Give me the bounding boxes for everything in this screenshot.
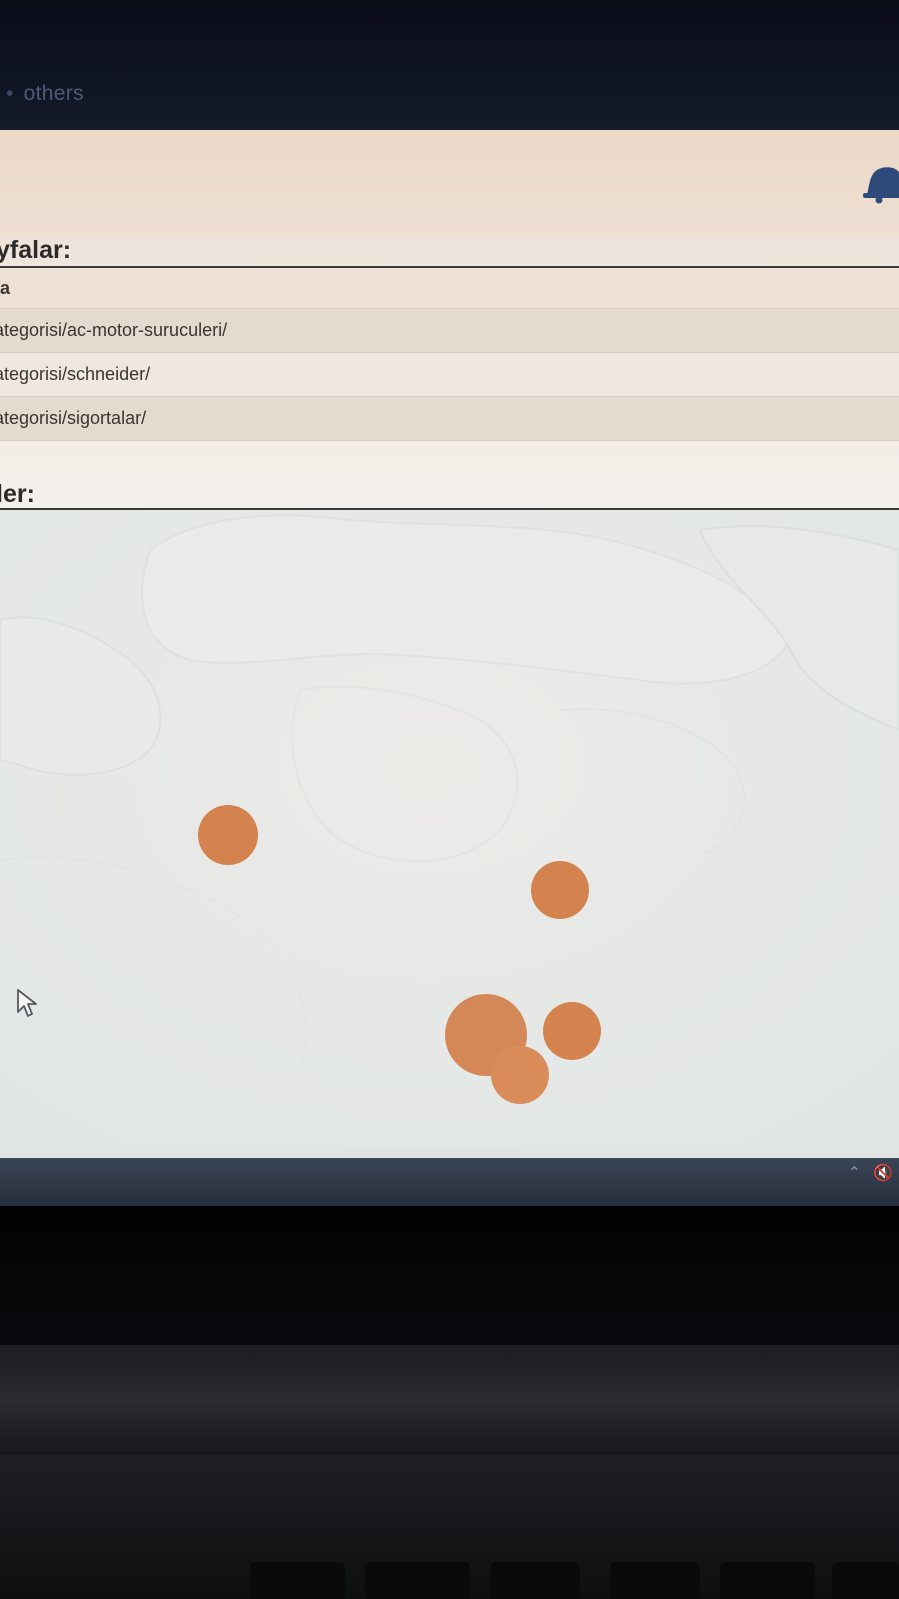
page-url[interactable]: ategorisi/sigortalar/ [0,408,146,429]
keyboard-key [490,1562,580,1599]
map-svg [0,510,899,1150]
laptop-hinge [0,1345,899,1455]
bell-icon[interactable] [857,158,899,206]
volume-muted-icon[interactable]: 🔇 [873,1163,893,1183]
column-header-page: fa [0,278,11,298]
system-tray: ⌃ 🔇 [848,1160,893,1186]
photo-frame: • others yfalar: fa ategorisi/ac-motor-su… [0,0,899,1599]
visitor-marker[interactable] [531,861,589,919]
keyboard-key [720,1562,815,1599]
pages-title-rule [0,266,899,268]
page-url[interactable]: ategorisi/schneider/ [0,364,150,385]
table-row[interactable]: ategorisi/sigortalar/ [0,397,899,441]
map-section-title: ler: [0,480,35,508]
keyboard-key [250,1562,345,1599]
visitor-marker[interactable] [198,805,258,865]
keyboard-key [365,1562,470,1599]
keyboard-key [610,1562,700,1599]
table-row[interactable]: ategorisi/schneider/ [0,353,899,397]
table-row[interactable]: ategorisi/ac-motor-suruculeri/ [0,309,899,353]
keyboard-key [832,1562,899,1599]
table-header-row: fa [0,269,899,309]
screen-content: yfalar: fa ategorisi/ac-motor-suruculeri… [0,130,899,1180]
cursor-icon [17,989,37,1017]
page-url[interactable]: ategorisi/ac-motor-suruculeri/ [0,320,227,341]
taskbar [0,1158,899,1206]
laptop-bezel [0,1206,899,1366]
page-header [0,130,899,238]
chevron-up-icon[interactable]: ⌃ [848,1163,861,1183]
bookmark-bar: • others [0,0,899,130]
bookmark-separator: • [6,82,14,105]
pages-table: fa ategorisi/ac-motor-suruculeri/ ategor… [0,269,899,441]
visitor-map[interactable] [0,510,899,1150]
bookmark-label: others [23,82,84,105]
bookmark-others[interactable]: • others [6,82,84,106]
pages-section-title: yfalar: [0,236,72,264]
visitor-marker[interactable] [543,1002,601,1060]
visitor-marker[interactable] [491,1046,549,1104]
